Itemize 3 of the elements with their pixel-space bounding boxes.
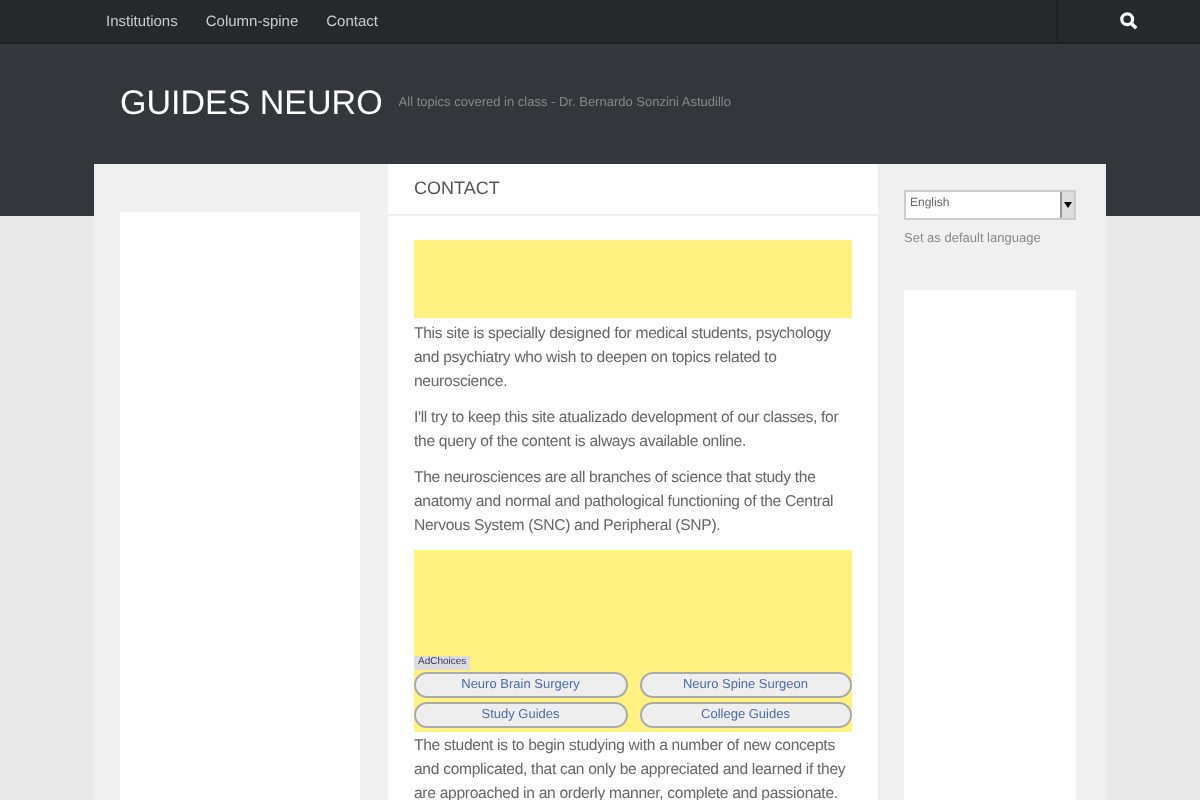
site-title[interactable]: GUIDES NEURO xyxy=(120,78,383,129)
page-heading: CONTACT xyxy=(414,175,500,202)
search-icon xyxy=(1120,12,1138,30)
